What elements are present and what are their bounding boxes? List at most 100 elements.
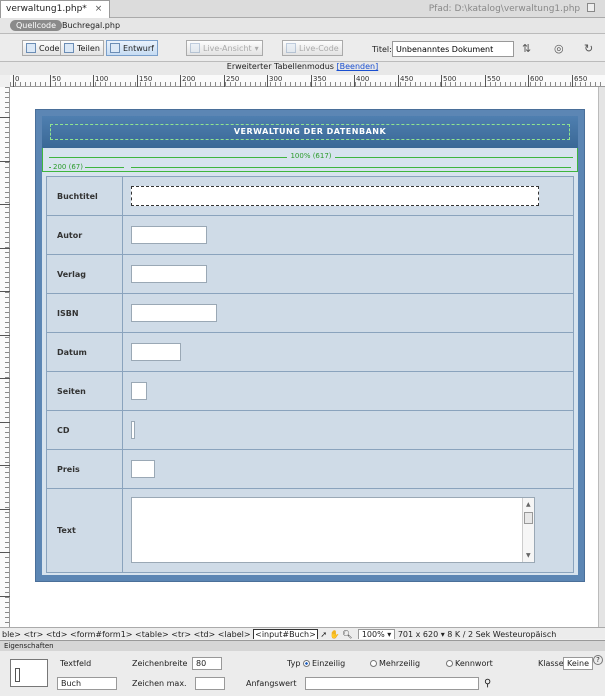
title-input[interactable] xyxy=(392,41,514,57)
type-single-option[interactable]: Einzeilig xyxy=(303,659,345,668)
table-row: Text ▲ ▼ xyxy=(46,489,574,573)
hand-tool-icon[interactable]: ✋ xyxy=(330,630,340,639)
radio-selected-icon xyxy=(303,660,310,667)
seiten-input[interactable] xyxy=(131,382,147,400)
initial-value-input[interactable] xyxy=(305,677,479,690)
textfield-icon xyxy=(10,659,48,687)
verlag-input[interactable] xyxy=(131,265,207,283)
table-row: CD xyxy=(46,411,574,450)
live-view-label: Live-Ansicht xyxy=(203,43,252,53)
download-size: 8 K / 2 Sek xyxy=(447,630,491,639)
ruler-tick: 600 xyxy=(528,75,543,87)
ruler-tick xyxy=(0,117,10,118)
window-size[interactable]: 701 x 620 xyxy=(398,630,438,639)
field-label: ISBN xyxy=(47,294,123,332)
split-view-button[interactable]: Teilen xyxy=(60,40,104,56)
source-code-button[interactable]: Quellcode xyxy=(10,20,63,31)
scroll-thumb[interactable] xyxy=(524,512,533,524)
class-select[interactable]: Keine xyxy=(563,657,593,670)
ruler-tick: 450 xyxy=(398,75,413,87)
path-label: Pfad: xyxy=(428,4,452,14)
ruler-tick: 150 xyxy=(137,75,152,87)
browse-icon[interactable]: ⚲ xyxy=(484,678,491,689)
title-label: Titel: xyxy=(372,45,392,54)
live-view-button[interactable]: Live-Ansicht ▾ xyxy=(186,40,263,56)
code-view-button[interactable]: Code xyxy=(22,40,64,56)
scroll-up-icon[interactable]: ▲ xyxy=(526,501,531,508)
initial-value-label: Anfangswert xyxy=(246,679,297,688)
ruler-tick xyxy=(0,509,10,510)
exit-mode-link[interactable]: [Beenden] xyxy=(337,62,379,71)
ruler-tick: 350 xyxy=(311,75,326,87)
document-tab-bar: verwaltung1.php* × Pfad: D:\katalog\verw… xyxy=(0,0,605,18)
buchtitel-input[interactable] xyxy=(131,186,539,206)
type-label: Typ xyxy=(287,659,301,668)
refresh-icon[interactable]: ↻ xyxy=(584,42,593,55)
select-tool-icon[interactable]: ➚ xyxy=(320,630,327,639)
column-width-label[interactable]: 200 (67) xyxy=(51,163,85,171)
radio-icon xyxy=(370,660,377,667)
canvas-scrollbar[interactable] xyxy=(598,87,605,627)
preis-input[interactable] xyxy=(131,460,155,478)
related-file-link[interactable]: Buchregal.php xyxy=(62,21,120,30)
live-code-label: Live-Code xyxy=(299,43,339,53)
table-row: Autor xyxy=(46,216,574,255)
selected-tag[interactable]: <input#Buch> xyxy=(253,629,318,639)
form-table: Buchtitel Autor Verlag ISBN Datum Seiten… xyxy=(46,176,574,573)
horizontal-ruler: 0 50 100 150 200 250 300 350 400 450 500… xyxy=(10,75,605,87)
document-tab-label: verwaltung1.php* xyxy=(6,4,87,14)
close-icon[interactable]: × xyxy=(95,4,103,14)
table-width-label[interactable]: 100% (617) xyxy=(287,152,335,160)
table-width-indicator: 100% (617) 200 (67) xyxy=(42,148,578,172)
type-password-option[interactable]: Kennwort xyxy=(446,659,493,668)
table-row: Buchtitel xyxy=(46,176,574,216)
path-value: D:\katalog\verwaltung1.php xyxy=(454,4,581,14)
char-width-input[interactable]: 80 xyxy=(192,657,222,670)
scroll-down-icon[interactable]: ▼ xyxy=(526,552,531,559)
properties-panel-header[interactable]: Eigenschaften xyxy=(0,640,605,651)
design-view-label: Entwurf xyxy=(123,43,154,53)
file-management-icon[interactable]: ⇅ xyxy=(522,42,531,55)
design-view-button[interactable]: Entwurf xyxy=(106,40,158,56)
live-code-button[interactable]: Live-Code xyxy=(282,40,343,56)
preview-browser-icon[interactable]: ◎ xyxy=(554,42,564,55)
document-tab[interactable]: verwaltung1.php* × xyxy=(0,0,110,18)
help-icon[interactable]: ? xyxy=(593,655,603,665)
table-row: Preis xyxy=(46,450,574,489)
autor-input[interactable] xyxy=(131,226,207,244)
table-row: Verlag xyxy=(46,255,574,294)
datum-input[interactable] xyxy=(131,343,181,361)
ruler-tick: 550 xyxy=(485,75,500,87)
ruler-tick xyxy=(0,204,10,205)
field-name-input[interactable]: Buch xyxy=(57,677,117,690)
file-path: Pfad: D:\katalog\verwaltung1.php xyxy=(429,3,595,14)
ruler-tick: 500 xyxy=(441,75,456,87)
encoding: Westeuropäisch xyxy=(492,630,557,639)
ruler-tick: 250 xyxy=(224,75,239,87)
zoom-select[interactable]: 100% ▾ xyxy=(357,629,396,639)
type-multi-option[interactable]: Mehrzeilig xyxy=(370,659,420,668)
isbn-input[interactable] xyxy=(131,304,217,322)
split-view-label: Teilen xyxy=(77,43,100,53)
char-max-input[interactable] xyxy=(195,677,225,690)
ruler-tick xyxy=(0,291,10,292)
code-view-label: Code xyxy=(39,43,60,53)
text-textarea[interactable]: ▲ ▼ xyxy=(131,497,535,563)
tag-selector[interactable]: ble> <tr> <td> <form#form1> <table> <tr>… xyxy=(2,630,251,639)
ruler-tick xyxy=(0,335,10,336)
textarea-scrollbar[interactable]: ▲ ▼ xyxy=(522,498,534,562)
code-icon xyxy=(26,43,36,53)
class-label: Klasse xyxy=(538,659,564,668)
chevron-down-icon: ▾ xyxy=(254,43,259,53)
field-label: Datum xyxy=(47,333,123,371)
field-label: Seiten xyxy=(47,372,123,410)
ruler-tick xyxy=(0,378,10,379)
design-canvas[interactable]: VERWALTUNG DER DATENBANK 100% (617) 200 … xyxy=(10,87,598,627)
type-multi-label: Mehrzeilig xyxy=(379,659,421,668)
cd-input[interactable] xyxy=(131,421,135,439)
field-label: Preis xyxy=(47,450,123,488)
vertical-ruler xyxy=(0,87,10,627)
ruler-tick xyxy=(0,422,10,423)
zoom-tool-icon[interactable]: 🔍︎ xyxy=(342,630,352,639)
field-label: Verlag xyxy=(47,255,123,293)
